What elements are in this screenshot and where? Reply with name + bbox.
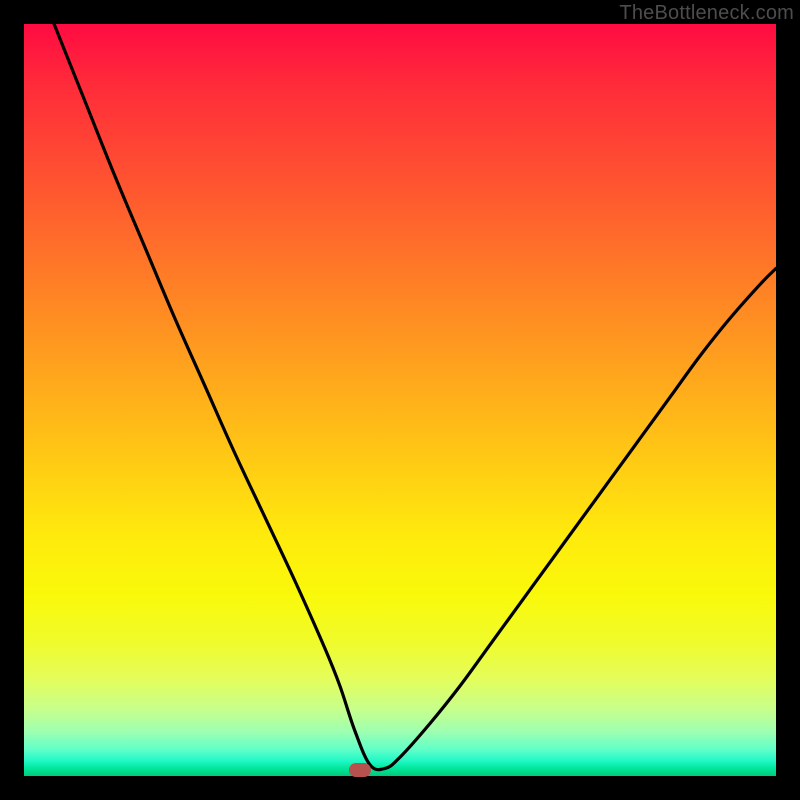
bottleneck-curve bbox=[24, 24, 776, 776]
curve-path bbox=[54, 24, 776, 770]
chart-frame: TheBottleneck.com bbox=[0, 0, 800, 800]
watermark-text: TheBottleneck.com bbox=[619, 2, 794, 25]
optimum-marker bbox=[349, 763, 371, 777]
plot-area bbox=[24, 24, 776, 776]
